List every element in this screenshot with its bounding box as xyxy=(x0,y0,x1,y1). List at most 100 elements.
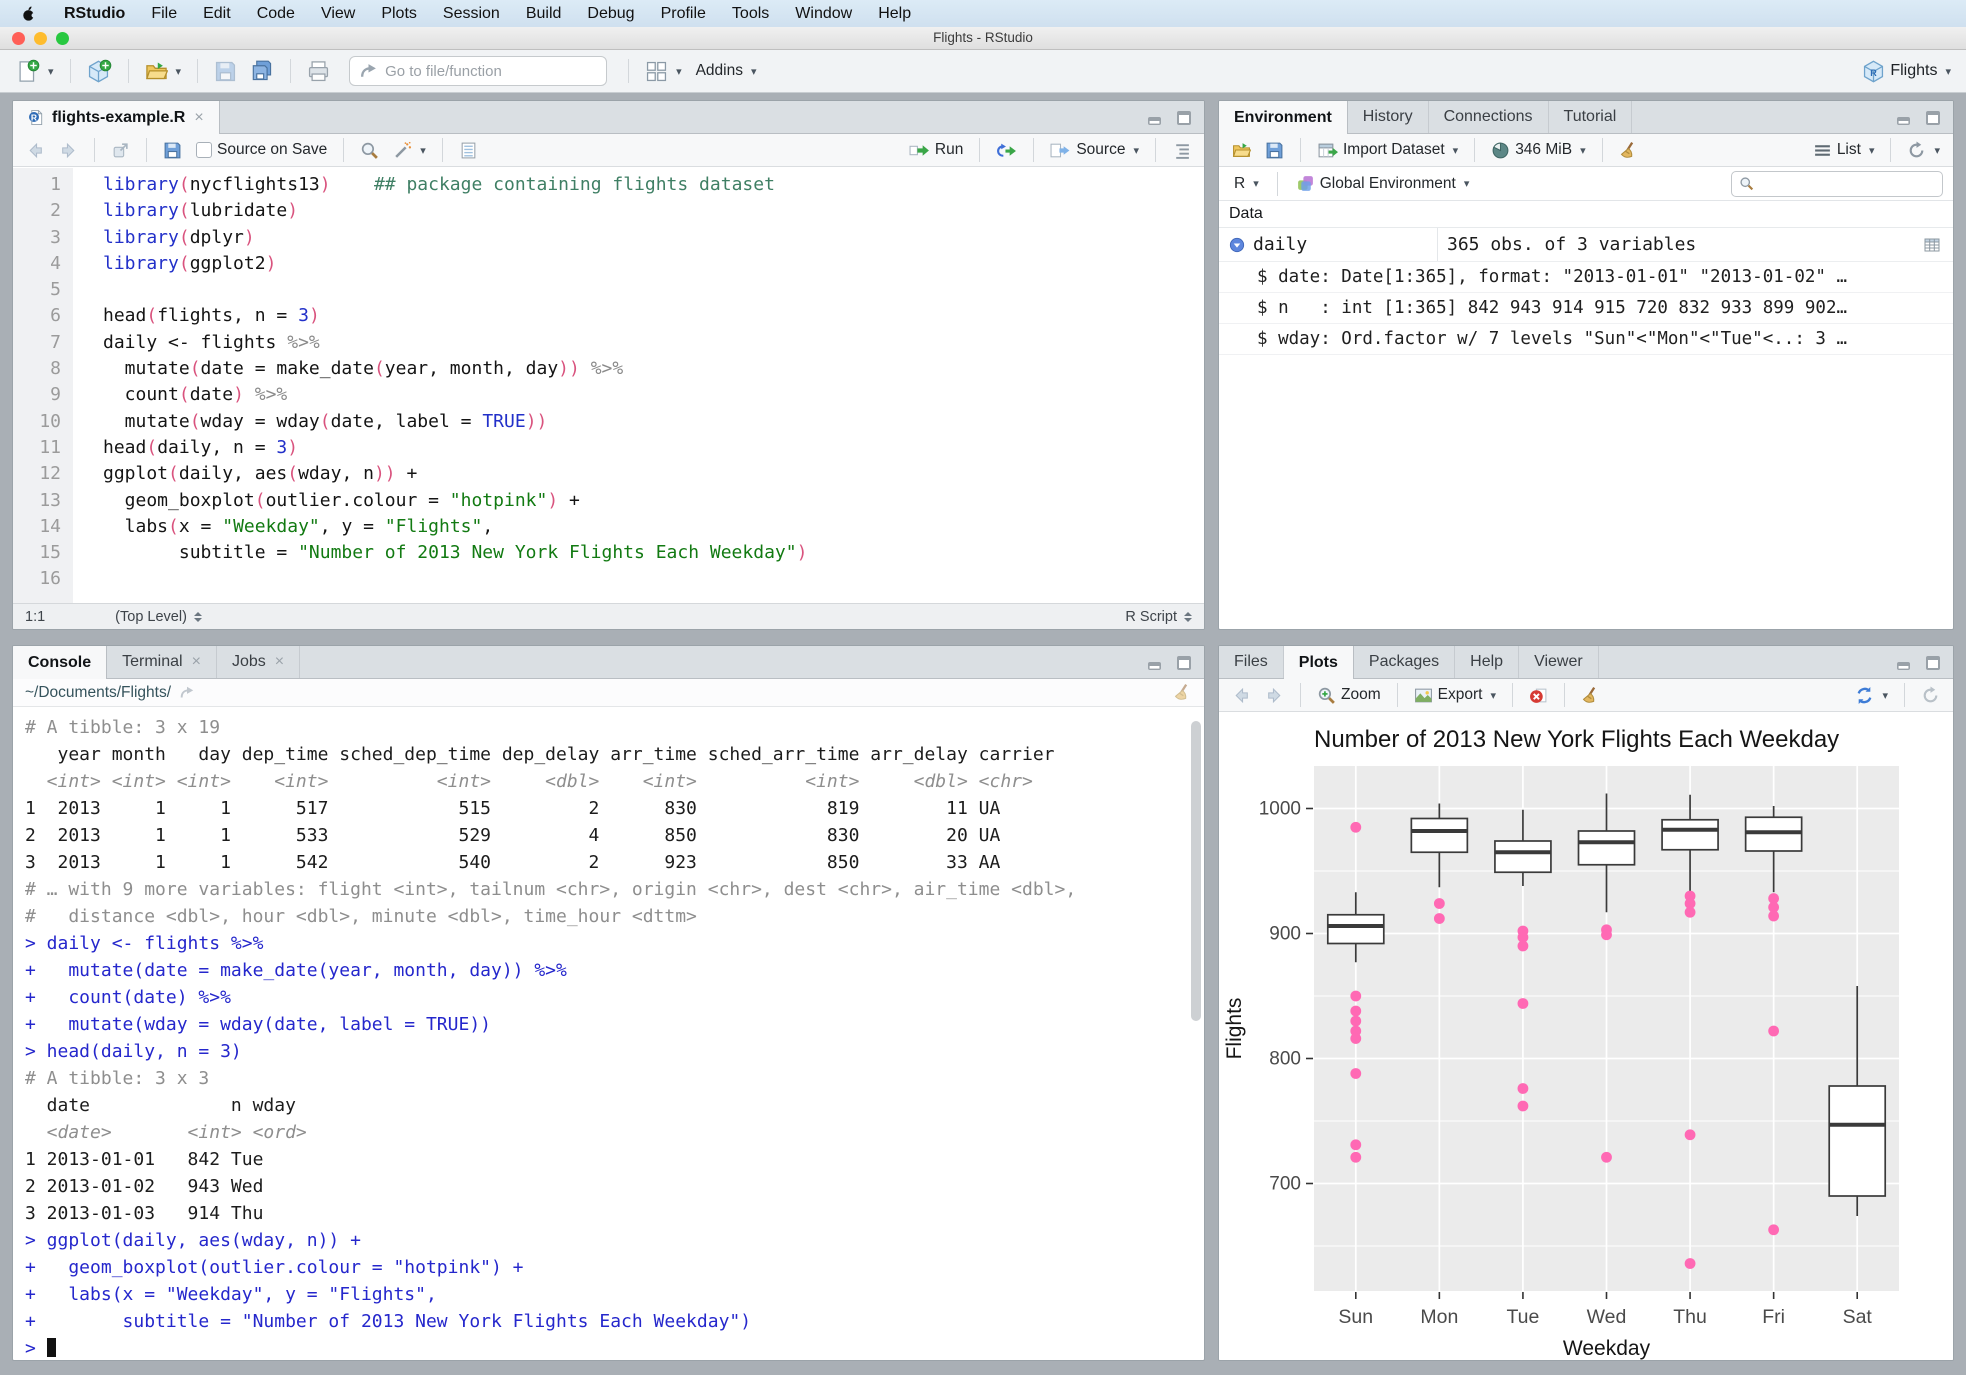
apple-menu-icon[interactable] xyxy=(20,5,37,22)
next-plot-button[interactable] xyxy=(1260,683,1289,708)
tab-flights-example[interactable]: R flights-example.R × xyxy=(13,101,220,134)
save-all-button[interactable] xyxy=(246,57,279,86)
y-tick-label: 700 xyxy=(1269,1174,1301,1195)
maximize-pane-icon[interactable] xyxy=(1925,110,1941,126)
menu-item-rstudio[interactable]: RStudio xyxy=(51,5,138,23)
line-number: 5 xyxy=(50,279,61,301)
code-editor[interactable]: 1 2 3 4 5 6 7 8 9 10 11 12 13 14 15 16 library(nycfligh… xyxy=(13,168,1204,603)
tab-packages[interactable]: Packages xyxy=(1354,646,1456,678)
view-table-icon[interactable] xyxy=(1923,236,1941,254)
clear-console-icon[interactable] xyxy=(1173,683,1192,702)
addins-button[interactable]: Addins ▾ xyxy=(691,59,762,83)
tab-connections[interactable]: Connections xyxy=(1429,101,1549,133)
menu-item-help[interactable]: Help xyxy=(865,5,924,23)
project-menu-button[interactable]: R Flights ▾ xyxy=(1857,57,1956,86)
menu-item-session[interactable]: Session xyxy=(430,5,513,23)
menu-item-edit[interactable]: Edit xyxy=(190,5,244,23)
close-icon[interactable]: × xyxy=(194,109,203,127)
tab-viewer[interactable]: Viewer xyxy=(1519,646,1599,678)
tab-help[interactable]: Help xyxy=(1455,646,1520,678)
minimize-pane-icon[interactable] xyxy=(1896,112,1916,126)
goto-file-input[interactable]: Go to file/function xyxy=(349,56,608,86)
close-icon[interactable]: × xyxy=(192,653,201,671)
menu-item-build[interactable]: Build xyxy=(513,5,575,23)
menu-item-debug[interactable]: Debug xyxy=(574,5,647,23)
tab-environment[interactable]: Environment xyxy=(1219,101,1348,134)
console-output[interactable]: # A tibble: 3 x 19 year month day dep_ti… xyxy=(13,708,1204,1360)
source-toolbar: Source on Save ▾ Run Source ▾ xyxy=(13,134,1204,167)
open-file-button[interactable]: ▾ xyxy=(140,57,187,86)
forward-button[interactable] xyxy=(54,138,83,163)
publish-button[interactable]: ▾ xyxy=(1850,683,1893,708)
list-view-button[interactable]: List ▾ xyxy=(1808,138,1880,163)
compile-report-button[interactable] xyxy=(454,138,483,163)
line-number: 14 xyxy=(39,515,61,537)
menu-item-file[interactable]: File xyxy=(138,5,190,23)
remove-plot-button[interactable] xyxy=(1524,683,1553,708)
save-source-button[interactable] xyxy=(158,138,187,163)
file-type-selector-icon[interactable] xyxy=(1184,611,1192,622)
language-selector[interactable]: R ▾ xyxy=(1229,172,1264,196)
popout-button[interactable] xyxy=(106,138,135,163)
new-project-button[interactable] xyxy=(82,57,117,86)
console-line: 3 2013-01-03 914 Thu xyxy=(25,1203,264,1224)
scope-selector-icon[interactable] xyxy=(193,611,202,622)
memory-usage-button[interactable]: 346 MiB ▾ xyxy=(1486,138,1590,163)
scope-indicator[interactable]: (Top Level) xyxy=(115,609,187,625)
minimize-pane-icon[interactable] xyxy=(1147,657,1167,671)
code-tools-button[interactable]: ▾ xyxy=(388,138,431,163)
maximize-pane-icon[interactable] xyxy=(1925,655,1941,671)
clear-plots-button[interactable] xyxy=(1576,683,1605,708)
source-on-save-checkbox[interactable]: Source on Save xyxy=(191,138,332,162)
save-workspace-button[interactable] xyxy=(1260,138,1289,163)
menu-item-profile[interactable]: Profile xyxy=(648,5,719,23)
environment-search-input[interactable] xyxy=(1731,170,1943,197)
refresh-plot-button[interactable] xyxy=(1916,683,1945,708)
maximize-pane-icon[interactable] xyxy=(1176,110,1192,126)
refresh-environment-button[interactable]: ▾ xyxy=(1902,138,1945,163)
minimize-pane-icon[interactable] xyxy=(1896,657,1916,671)
goto-directory-icon[interactable] xyxy=(179,685,195,701)
source-button[interactable]: Source ▾ xyxy=(1045,138,1144,163)
print-button[interactable] xyxy=(302,57,335,86)
back-button[interactable] xyxy=(21,138,50,163)
source-tabstrip: R flights-example.R × xyxy=(13,101,1204,134)
document-outline-button[interactable] xyxy=(1167,138,1196,163)
console-line: > ggplot(daily, aes(wday, n)) + xyxy=(25,1230,361,1251)
object-row-daily[interactable]: daily 365 obs. of 3 variables xyxy=(1219,228,1953,262)
new-file-button[interactable]: ▾ xyxy=(10,57,59,86)
tab-plots[interactable]: Plots xyxy=(1283,646,1354,679)
menu-item-plots[interactable]: Plots xyxy=(368,5,430,23)
minimize-pane-icon[interactable] xyxy=(1147,112,1167,126)
tab-files[interactable]: Files xyxy=(1219,646,1284,678)
find-button[interactable] xyxy=(355,138,384,163)
expand-object-icon[interactable] xyxy=(1229,237,1245,253)
tab-tutorial[interactable]: Tutorial xyxy=(1549,101,1633,133)
console-scrollbar[interactable] xyxy=(1191,721,1201,1021)
export-plot-button[interactable]: Export ▾ xyxy=(1409,683,1501,708)
console-line: # A tibble: 3 x 3 xyxy=(25,1068,210,1089)
file-type-indicator[interactable]: R Script xyxy=(1125,609,1177,625)
maximize-pane-icon[interactable] xyxy=(1176,655,1192,671)
tab-terminal[interactable]: Terminal × xyxy=(107,646,217,678)
environment-selector[interactable]: Global Environment ▾ xyxy=(1291,171,1475,196)
tab-jobs[interactable]: Jobs × xyxy=(217,646,301,678)
previous-plot-button[interactable] xyxy=(1227,683,1256,708)
import-dataset-button[interactable]: Import Dataset ▾ xyxy=(1312,138,1463,163)
load-workspace-button[interactable] xyxy=(1227,138,1256,163)
run-button[interactable]: Run xyxy=(904,138,968,163)
menu-item-window[interactable]: Window xyxy=(782,5,865,23)
menu-item-code[interactable]: Code xyxy=(244,5,308,23)
save-button[interactable] xyxy=(209,57,242,86)
zoom-plot-button[interactable]: Zoom xyxy=(1312,683,1386,708)
clear-workspace-button[interactable] xyxy=(1614,138,1643,163)
menu-item-tools[interactable]: Tools xyxy=(719,5,782,23)
tab-history[interactable]: History xyxy=(1348,101,1429,133)
tab-console[interactable]: Console xyxy=(13,646,108,679)
print-icon xyxy=(307,60,330,83)
close-icon[interactable]: × xyxy=(275,653,284,671)
menu-item-view[interactable]: View xyxy=(308,5,368,23)
rerun-button[interactable] xyxy=(991,138,1022,163)
outlier-point xyxy=(1350,1015,1362,1027)
pane-layout-button[interactable]: ▾ xyxy=(640,57,687,86)
